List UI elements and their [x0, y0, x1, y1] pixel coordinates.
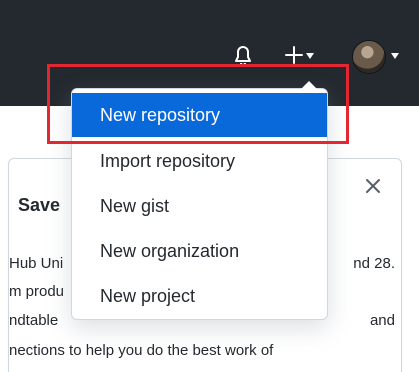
card-text-line: Hub Uni — [9, 255, 64, 272]
card-title: Save — [18, 195, 61, 215]
menu-item-new-project[interactable]: New project — [72, 274, 327, 318]
close-icon[interactable] — [365, 178, 381, 194]
card-text-line: m produ — [9, 283, 65, 300]
menu-item-new-organization[interactable]: New organization — [72, 229, 327, 273]
avatar-chevron-down-icon[interactable] — [391, 53, 399, 59]
highlight-box — [47, 64, 349, 144]
card-text-line-right: and — [369, 312, 395, 329]
card-text-line: ndtable — [9, 312, 59, 329]
plus-icon[interactable] — [285, 46, 303, 64]
chevron-down-icon[interactable] — [306, 53, 314, 59]
card-text-line-right: nd 28. — [353, 255, 395, 272]
page: Save Hub Uni nd 28. m produ ndtable and … — [0, 0, 419, 372]
menu-item-import-repository[interactable]: Import repository — [72, 139, 327, 183]
card-text-line: nections to help you do the best work of — [9, 342, 274, 359]
avatar[interactable] — [352, 40, 386, 74]
menu-item-new-gist[interactable]: New gist — [72, 184, 327, 228]
